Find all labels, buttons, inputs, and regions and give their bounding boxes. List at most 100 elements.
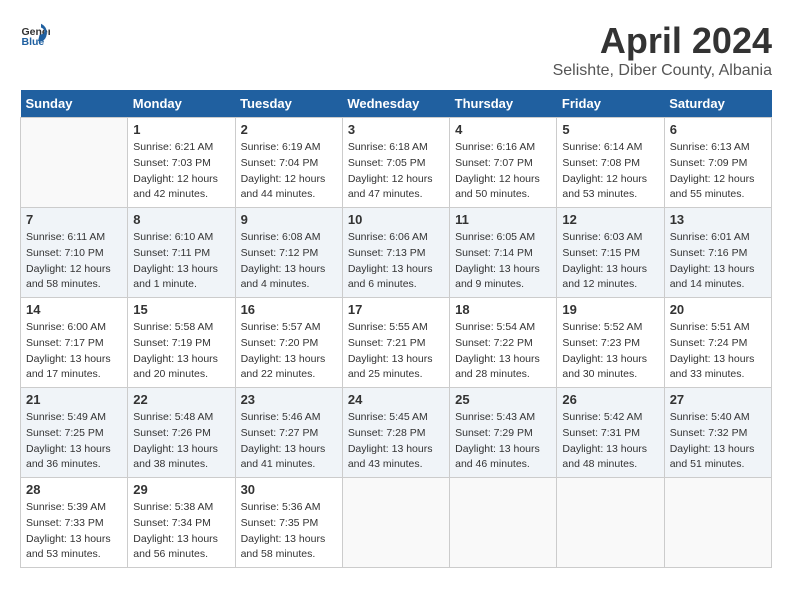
day-number: 27 [670,392,766,407]
day-number: 22 [133,392,229,407]
day-number: 3 [348,122,444,137]
day-number: 28 [26,482,122,497]
day-info: Sunrise: 5:55 AMSunset: 7:21 PMDaylight:… [348,320,444,383]
weekday-header-wednesday: Wednesday [342,90,449,118]
day-number: 5 [562,122,658,137]
calendar-cell: 18 Sunrise: 5:54 AMSunset: 7:22 PMDayligh… [450,298,557,388]
day-info: Sunrise: 6:19 AMSunset: 7:04 PMDaylight:… [241,140,337,203]
weekday-header-thursday: Thursday [450,90,557,118]
weekday-header-monday: Monday [128,90,235,118]
day-info: Sunrise: 6:01 AMSunset: 7:16 PMDaylight:… [670,230,766,293]
day-info: Sunrise: 6:08 AMSunset: 7:12 PMDaylight:… [241,230,337,293]
calendar-body: 1Sunrise: 6:21 AMSunset: 7:03 PMDaylight… [21,118,772,568]
calendar-cell: 28 Sunrise: 5:39 AMSunset: 7:33 PMDayligh… [21,478,128,568]
day-info: Sunrise: 5:38 AMSunset: 7:34 PMDaylight:… [133,500,229,563]
day-number: 10 [348,212,444,227]
page-header: General Blue April 2024 Selishte, Diber … [20,20,772,80]
calendar-week-1: 1Sunrise: 6:21 AMSunset: 7:03 PMDaylight… [21,118,772,208]
day-info: Sunrise: 6:16 AMSunset: 7:07 PMDaylight:… [455,140,551,203]
day-info: Sunrise: 6:14 AMSunset: 7:08 PMDaylight:… [562,140,658,203]
day-info: Sunrise: 6:21 AMSunset: 7:03 PMDaylight:… [133,140,229,203]
day-info: Sunrise: 5:42 AMSunset: 7:31 PMDaylight:… [562,410,658,473]
day-number: 13 [670,212,766,227]
calendar-week-5: 28 Sunrise: 5:39 AMSunset: 7:33 PMDayligh… [21,478,772,568]
calendar-cell [450,478,557,568]
calendar-cell: 23 Sunrise: 5:46 AMSunset: 7:27 PMDayligh… [235,388,342,478]
weekday-header-saturday: Saturday [664,90,771,118]
day-number: 7 [26,212,122,227]
calendar-cell: 8Sunrise: 6:10 AMSunset: 7:11 PMDaylight… [128,208,235,298]
calendar-cell: 3 Sunrise: 6:18 AMSunset: 7:05 PMDaylight… [342,118,449,208]
calendar-cell: 16Sunrise: 5:57 AMSunset: 7:20 PMDayligh… [235,298,342,388]
day-info: Sunrise: 6:00 AMSunset: 7:17 PMDaylight:… [26,320,122,383]
calendar-cell: 24 Sunrise: 5:45 AMSunset: 7:28 PMDayligh… [342,388,449,478]
calendar-cell: 25 Sunrise: 5:43 AMSunset: 7:29 PMDayligh… [450,388,557,478]
day-number: 23 [241,392,337,407]
day-info: Sunrise: 6:05 AMSunset: 7:14 PMDaylight:… [455,230,551,293]
calendar-cell: 7 Sunrise: 6:11 AMSunset: 7:10 PMDaylight… [21,208,128,298]
svg-text:Blue: Blue [22,36,45,48]
calendar-cell [557,478,664,568]
calendar-cell: 21Sunrise: 5:49 AMSunset: 7:25 PMDayligh… [21,388,128,478]
day-number: 6 [670,122,766,137]
calendar-cell: 1Sunrise: 6:21 AMSunset: 7:03 PMDaylight… [128,118,235,208]
calendar-cell: 27 Sunrise: 5:40 AMSunset: 7:32 PMDayligh… [664,388,771,478]
day-info: Sunrise: 5:43 AMSunset: 7:29 PMDaylight:… [455,410,551,473]
calendar-cell: 20 Sunrise: 5:51 AMSunset: 7:24 PMDayligh… [664,298,771,388]
month-title: April 2024 [553,20,772,62]
day-info: Sunrise: 6:11 AMSunset: 7:10 PMDaylight:… [26,230,122,293]
calendar-table: SundayMondayTuesdayWednesdayThursdayFrid… [20,90,772,568]
calendar-cell: 11 Sunrise: 6:05 AMSunset: 7:14 PMDayligh… [450,208,557,298]
calendar-cell: 5 Sunrise: 6:14 AMSunset: 7:08 PMDaylight… [557,118,664,208]
calendar-cell: 17Sunrise: 5:55 AMSunset: 7:21 PMDayligh… [342,298,449,388]
calendar-cell: 30Sunrise: 5:36 AMSunset: 7:35 PMDayligh… [235,478,342,568]
day-info: Sunrise: 5:39 AMSunset: 7:33 PMDaylight:… [26,500,122,563]
day-number: 18 [455,302,551,317]
day-number: 25 [455,392,551,407]
day-info: Sunrise: 5:54 AMSunset: 7:22 PMDaylight:… [455,320,551,383]
day-number: 26 [562,392,658,407]
day-number: 20 [670,302,766,317]
weekday-header-friday: Friday [557,90,664,118]
calendar-cell: 22 Sunrise: 5:48 AMSunset: 7:26 PMDayligh… [128,388,235,478]
calendar-cell: 2 Sunrise: 6:19 AMSunset: 7:04 PMDaylight… [235,118,342,208]
calendar-cell [664,478,771,568]
day-number: 14 [26,302,122,317]
day-info: Sunrise: 5:46 AMSunset: 7:27 PMDaylight:… [241,410,337,473]
calendar-cell: 14 Sunrise: 6:00 AMSunset: 7:17 PMDayligh… [21,298,128,388]
day-info: Sunrise: 6:18 AMSunset: 7:05 PMDaylight:… [348,140,444,203]
day-number: 24 [348,392,444,407]
weekday-header-row: SundayMondayTuesdayWednesdayThursdayFrid… [21,90,772,118]
day-info: Sunrise: 5:57 AMSunset: 7:20 PMDaylight:… [241,320,337,383]
calendar-week-2: 7 Sunrise: 6:11 AMSunset: 7:10 PMDaylight… [21,208,772,298]
location-title: Selishte, Diber County, Albania [553,62,772,80]
calendar-cell: 12 Sunrise: 6:03 AMSunset: 7:15 PMDayligh… [557,208,664,298]
day-number: 15 [133,302,229,317]
day-number: 12 [562,212,658,227]
weekday-header-tuesday: Tuesday [235,90,342,118]
day-info: Sunrise: 5:45 AMSunset: 7:28 PMDaylight:… [348,410,444,473]
day-info: Sunrise: 6:06 AMSunset: 7:13 PMDaylight:… [348,230,444,293]
day-info: Sunrise: 5:48 AMSunset: 7:26 PMDaylight:… [133,410,229,473]
calendar-cell [21,118,128,208]
calendar-cell: 13 Sunrise: 6:01 AMSunset: 7:16 PMDayligh… [664,208,771,298]
calendar-cell: 29Sunrise: 5:38 AMSunset: 7:34 PMDayligh… [128,478,235,568]
day-info: Sunrise: 5:51 AMSunset: 7:24 PMDaylight:… [670,320,766,383]
day-info: Sunrise: 6:03 AMSunset: 7:15 PMDaylight:… [562,230,658,293]
day-number: 11 [455,212,551,227]
calendar-cell: 9 Sunrise: 6:08 AMSunset: 7:12 PMDaylight… [235,208,342,298]
day-number: 2 [241,122,337,137]
day-info: Sunrise: 5:40 AMSunset: 7:32 PMDaylight:… [670,410,766,473]
calendar-cell: 6 Sunrise: 6:13 AMSunset: 7:09 PMDaylight… [664,118,771,208]
day-info: Sunrise: 6:10 AMSunset: 7:11 PMDaylight:… [133,230,229,293]
day-number: 19 [562,302,658,317]
calendar-week-4: 21Sunrise: 5:49 AMSunset: 7:25 PMDayligh… [21,388,772,478]
calendar-cell: 4Sunrise: 6:16 AMSunset: 7:07 PMDaylight… [450,118,557,208]
calendar-cell: 15Sunrise: 5:58 AMSunset: 7:19 PMDayligh… [128,298,235,388]
day-info: Sunrise: 6:13 AMSunset: 7:09 PMDaylight:… [670,140,766,203]
logo: General Blue [20,20,50,50]
day-number: 9 [241,212,337,227]
day-info: Sunrise: 5:36 AMSunset: 7:35 PMDaylight:… [241,500,337,563]
logo-icon: General Blue [20,20,50,50]
calendar-week-3: 14 Sunrise: 6:00 AMSunset: 7:17 PMDayligh… [21,298,772,388]
